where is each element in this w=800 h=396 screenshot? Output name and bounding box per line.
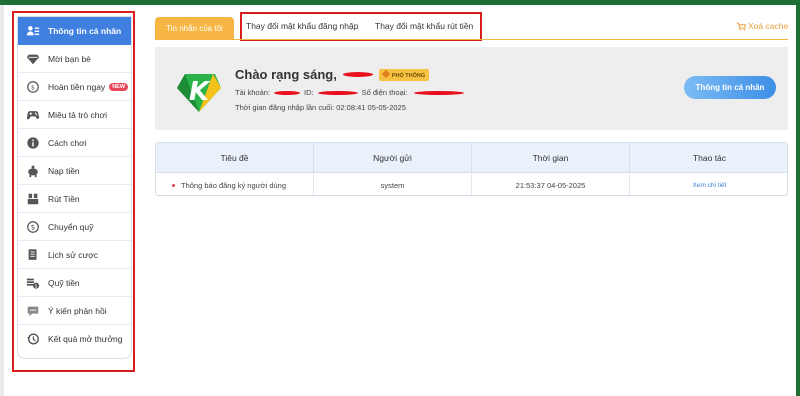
- last-login-label: Thời gian đăng nhập lần cuối:: [235, 103, 335, 112]
- redacted-account: [274, 90, 301, 95]
- account-label: Tài khoản:: [235, 88, 271, 97]
- sidebar-item-refund[interactable]: $ Hoàn tiền ngay NEW: [18, 73, 131, 101]
- profile-panel: K Chào rạng sáng, PHỔ THÔNG Tài khoản: I…: [155, 47, 788, 130]
- greeting-line: Chào rạng sáng, PHỔ THÔNG: [235, 67, 430, 82]
- profile-info-button[interactable]: Thông tin cá nhân: [684, 76, 776, 99]
- rank-badge: PHỔ THÔNG: [378, 68, 430, 81]
- sidebar-item-deposit[interactable]: Nạp tiền: [18, 157, 131, 185]
- sidebar-item-label: Lịch sử cược: [48, 249, 99, 260]
- table-header: Tiêu đề Người gửi Thời gian Thao tác: [156, 143, 787, 173]
- id-label: ID:: [304, 88, 314, 97]
- tab-bar: Tin nhắn của tôi: [155, 15, 234, 39]
- brand-logo-icon: K: [177, 74, 221, 112]
- svg-text:$: $: [31, 223, 35, 231]
- account-details: Tài khoản: ID: Số điện thoại:: [235, 88, 464, 97]
- sidebar-item-invite[interactable]: Mời bạn bè: [18, 45, 131, 73]
- sidebar-item-lottery-results[interactable]: Kết quả mở thưởng: [18, 325, 131, 353]
- dollar-circle-icon: $: [18, 220, 48, 234]
- sidebar-item-feedback[interactable]: Ý kiến phản hồi: [18, 297, 131, 325]
- sidebar-item-money-fund[interactable]: $ Quỹ tiền: [18, 269, 131, 297]
- last-login-line: Thời gian đăng nhập lần cuối: 02:08:41 0…: [235, 103, 406, 112]
- profile-card-icon: [18, 24, 48, 38]
- message-title: Thông báo đăng ký người dùng: [181, 180, 287, 190]
- greeting-text: Chào rạng sáng,: [235, 67, 337, 82]
- refund-icon: $: [18, 80, 48, 94]
- redacted-id: [317, 90, 358, 95]
- piggy-bank-icon: [18, 164, 48, 178]
- sidebar-item-label: Nạp tiền: [48, 165, 80, 176]
- tab-my-messages[interactable]: Tin nhắn của tôi: [155, 17, 234, 39]
- sidebar-item-how-to-play[interactable]: Cách chơi: [18, 129, 131, 157]
- withdraw-icon: [18, 192, 48, 206]
- coins-icon: $: [18, 276, 48, 290]
- rank-diamond-icon: [381, 69, 391, 78]
- sidebar-item-label: Kết quả mở thưởng: [48, 334, 123, 344]
- sidebar-item-withdraw[interactable]: Rút Tiền: [18, 185, 131, 213]
- right-border: [796, 0, 800, 396]
- redacted-phone: [413, 90, 464, 95]
- sidebar-item-label: Miêu tả trò chơi: [48, 109, 107, 120]
- svg-text:$: $: [31, 84, 35, 91]
- last-login-value: 02:08:41 05-05-2025: [336, 103, 406, 112]
- clock-history-icon: [18, 332, 48, 346]
- sidebar-item-label: Cách chơi: [48, 137, 87, 148]
- column-header-sender: Người gửi: [314, 143, 472, 173]
- unread-dot-icon: [172, 183, 175, 187]
- logo-letter: K: [189, 77, 211, 107]
- column-header-time: Thời gian: [472, 143, 630, 173]
- messages-table: Tiêu đề Người gửi Thời gian Thao tác Thô…: [155, 142, 788, 196]
- invite-gem-icon: [18, 52, 48, 66]
- phone-label: Số điện thoại:: [361, 88, 408, 97]
- sidebar-item-label: Thông tin cá nhân: [48, 26, 122, 36]
- info-icon: [18, 136, 48, 150]
- svg-text:$: $: [35, 283, 38, 289]
- sidebar-item-label: Quỹ tiền: [48, 277, 80, 288]
- message-sender: system: [314, 174, 472, 195]
- sidebar-item-profile[interactable]: Thông tin cá nhân: [18, 17, 131, 45]
- column-header-title: Tiêu đề: [156, 143, 314, 173]
- clear-cache-button[interactable]: Xoá cache: [736, 21, 788, 31]
- cart-icon: [736, 22, 746, 30]
- column-header-action: Thao tác: [692, 153, 727, 163]
- history-doc-icon: [18, 248, 48, 262]
- sidebar-item-label: Chuyển quỹ: [48, 221, 94, 232]
- sidebar-menu: Thông tin cá nhân Mời bạn bè $ Hoàn tiền…: [17, 16, 132, 359]
- sidebar-item-label: Mời bạn bè: [48, 53, 91, 64]
- tab-change-login-password[interactable]: Thay đổi mật khẩu đăng nhập: [246, 21, 358, 31]
- redacted-username: [342, 72, 373, 77]
- new-badge: NEW: [109, 82, 129, 91]
- view-detail-link[interactable]: Xem chi tiết: [630, 174, 787, 195]
- sidebar-item-label: Hoàn tiền ngay: [48, 81, 106, 92]
- sidebar-item-bet-history[interactable]: Lịch sử cược: [18, 241, 131, 269]
- tab-underline: [155, 39, 788, 40]
- feedback-icon: [18, 304, 48, 318]
- sidebar-item-label: Ý kiến phản hồi: [48, 305, 107, 316]
- sidebar-item-game-description[interactable]: Miêu tả trò chơi: [18, 101, 131, 129]
- sidebar-item-label: Rút Tiền: [48, 193, 80, 204]
- tab-change-withdraw-password[interactable]: Thay đổi mật khẩu rút tiền: [375, 21, 473, 31]
- gamepad-icon: [18, 108, 48, 122]
- clear-cache-label: Xoá cache: [748, 21, 789, 31]
- sidebar-highlight-box: Thông tin cá nhân Mời bạn bè $ Hoàn tiền…: [12, 11, 135, 372]
- sidebar-item-transfer-fund[interactable]: $ Chuyển quỹ: [18, 213, 131, 241]
- message-time: 21:53:37 04-05-2025: [472, 174, 630, 195]
- message-title-cell: Thông báo đăng ký người dùng: [156, 174, 314, 195]
